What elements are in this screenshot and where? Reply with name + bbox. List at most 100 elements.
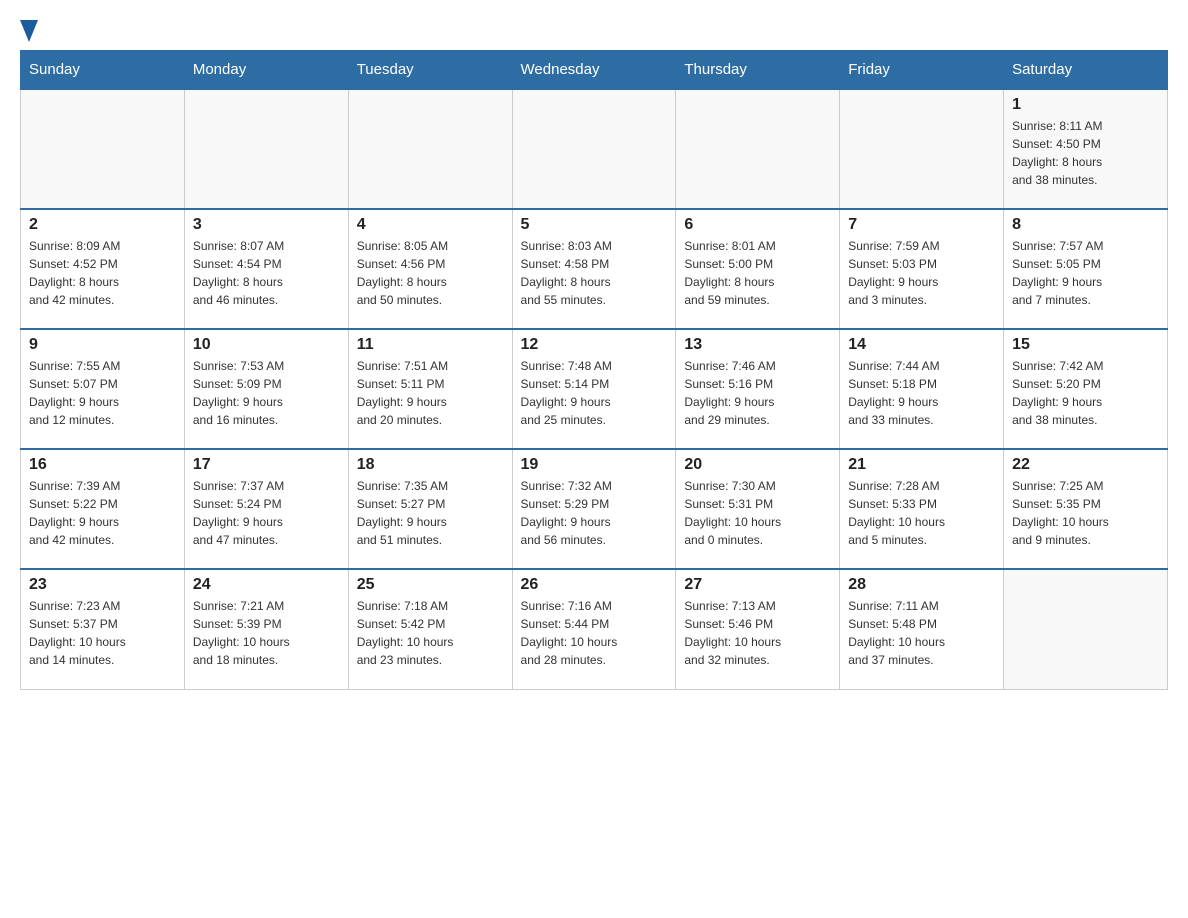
day-info: Sunrise: 8:07 AM Sunset: 4:54 PM Dayligh… [193,237,340,309]
day-number: 16 [29,456,176,474]
calendar-day-cell: 22Sunrise: 7:25 AM Sunset: 5:35 PM Dayli… [1004,449,1168,569]
day-info: Sunrise: 7:51 AM Sunset: 5:11 PM Dayligh… [357,357,504,429]
calendar-day-cell: 19 Sunrise: 7:32 AM Sunset: 5:29 PM Dayli… [512,449,676,569]
calendar-day-cell: 3 Sunrise: 8:07 AM Sunset: 4:54 PM Daylig… [184,209,348,329]
day-info: Sunrise: 7:59 AM Sunset: 5:03 PM Dayligh… [848,237,995,309]
page-header [20,20,1168,40]
day-number: 27 [684,576,831,594]
day-info: Sunrise: 8:03 AM Sunset: 4:58 PM Dayligh… [521,237,668,309]
calendar-week-row: 16 Sunrise: 7:39 AM Sunset: 5:22 PM Dayli… [21,449,1168,569]
day-info: Sunrise: 7:42 AM Sunset: 5:20 PM Dayligh… [1012,357,1159,429]
calendar-day-cell: 25 Sunrise: 7:18 AM Sunset: 5:42 PM Dayli… [348,569,512,689]
day-number: 4 [357,216,504,234]
day-info: Sunrise: 7:16 AM Sunset: 5:44 PM Dayligh… [521,597,668,669]
day-number: 26 [521,576,668,594]
day-info: Sunrise: 7:35 AM Sunset: 5:27 PM Dayligh… [357,477,504,549]
day-number: 1 [1012,96,1159,114]
weekday-header-row: SundayMondayTuesdayWednesdayThursdayFrid… [21,51,1168,90]
day-info: Sunrise: 7:48 AM Sunset: 5:14 PM Dayligh… [521,357,668,429]
day-number: 8 [1012,216,1159,234]
day-number: 17 [193,456,340,474]
weekday-header-thursday: Thursday [676,51,840,90]
day-info: Sunrise: 7:30 AM Sunset: 5:31 PM Dayligh… [684,477,831,549]
day-info: Sunrise: 7:28 AM Sunset: 5:33 PM Dayligh… [848,477,995,549]
day-number: 13 [684,336,831,354]
calendar-day-cell: 13 Sunrise: 7:46 AM Sunset: 5:16 PM Dayli… [676,329,840,449]
day-number: 24 [193,576,340,594]
calendar-day-cell: 4 Sunrise: 8:05 AM Sunset: 4:56 PM Daylig… [348,209,512,329]
day-number: 14 [848,336,995,354]
day-number: 11 [357,336,504,354]
calendar-day-cell: 23 Sunrise: 7:23 AM Sunset: 5:37 PM Dayli… [21,569,185,689]
day-number: 28 [848,576,995,594]
calendar-day-cell [1004,569,1168,689]
calendar-day-cell: 24 Sunrise: 7:21 AM Sunset: 5:39 PM Dayli… [184,569,348,689]
day-number: 7 [848,216,995,234]
calendar-day-cell: 18 Sunrise: 7:35 AM Sunset: 5:27 PM Dayli… [348,449,512,569]
calendar-day-cell: 7 Sunrise: 7:59 AM Sunset: 5:03 PM Daylig… [840,209,1004,329]
day-info: Sunrise: 7:21 AM Sunset: 5:39 PM Dayligh… [193,597,340,669]
day-info: Sunrise: 8:11 AM Sunset: 4:50 PM Dayligh… [1012,117,1159,189]
weekday-header-tuesday: Tuesday [348,51,512,90]
day-number: 20 [684,456,831,474]
weekday-header-sunday: Sunday [21,51,185,90]
day-number: 2 [29,216,176,234]
day-info: Sunrise: 7:57 AM Sunset: 5:05 PM Dayligh… [1012,237,1159,309]
day-number: 15 [1012,336,1159,354]
calendar-day-cell: 12 Sunrise: 7:48 AM Sunset: 5:14 PM Dayli… [512,329,676,449]
calendar-day-cell: 8 Sunrise: 7:57 AM Sunset: 5:05 PM Daylig… [1004,209,1168,329]
day-info: Sunrise: 7:55 AM Sunset: 5:07 PM Dayligh… [29,357,176,429]
day-number: 18 [357,456,504,474]
calendar-week-row: 2 Sunrise: 8:09 AM Sunset: 4:52 PM Daylig… [21,209,1168,329]
day-number: 19 [521,456,668,474]
day-info: Sunrise: 7:13 AM Sunset: 5:46 PM Dayligh… [684,597,831,669]
day-info: Sunrise: 7:18 AM Sunset: 5:42 PM Dayligh… [357,597,504,669]
calendar-day-cell [21,89,185,209]
day-info: Sunrise: 7:44 AM Sunset: 5:18 PM Dayligh… [848,357,995,429]
calendar-day-cell: 11 Sunrise: 7:51 AM Sunset: 5:11 PM Dayli… [348,329,512,449]
day-number: 3 [193,216,340,234]
day-info: Sunrise: 7:32 AM Sunset: 5:29 PM Dayligh… [521,477,668,549]
calendar-day-cell: 10Sunrise: 7:53 AM Sunset: 5:09 PM Dayli… [184,329,348,449]
day-number: 6 [684,216,831,234]
weekday-header-monday: Monday [184,51,348,90]
calendar-day-cell: 27 Sunrise: 7:13 AM Sunset: 5:46 PM Dayli… [676,569,840,689]
day-number: 10 [193,336,340,354]
day-info: Sunrise: 7:23 AM Sunset: 5:37 PM Dayligh… [29,597,176,669]
calendar-day-cell: 15 Sunrise: 7:42 AM Sunset: 5:20 PM Dayli… [1004,329,1168,449]
day-info: Sunrise: 7:25 AM Sunset: 5:35 PM Dayligh… [1012,477,1159,549]
logo [20,20,38,40]
calendar-day-cell: 2 Sunrise: 8:09 AM Sunset: 4:52 PM Daylig… [21,209,185,329]
day-number: 9 [29,336,176,354]
calendar-day-cell [512,89,676,209]
day-number: 12 [521,336,668,354]
calendar-day-cell: 9 Sunrise: 7:55 AM Sunset: 5:07 PM Daylig… [21,329,185,449]
day-number: 21 [848,456,995,474]
calendar-day-cell: 17 Sunrise: 7:37 AM Sunset: 5:24 PM Dayli… [184,449,348,569]
day-info: Sunrise: 8:09 AM Sunset: 4:52 PM Dayligh… [29,237,176,309]
calendar-day-cell: 5 Sunrise: 8:03 AM Sunset: 4:58 PM Daylig… [512,209,676,329]
calendar-day-cell [840,89,1004,209]
day-info: Sunrise: 7:46 AM Sunset: 5:16 PM Dayligh… [684,357,831,429]
day-number: 23 [29,576,176,594]
day-info: Sunrise: 8:05 AM Sunset: 4:56 PM Dayligh… [357,237,504,309]
weekday-header-saturday: Saturday [1004,51,1168,90]
calendar-table: SundayMondayTuesdayWednesdayThursdayFrid… [20,50,1168,690]
weekday-header-friday: Friday [840,51,1004,90]
calendar-week-row: 1 Sunrise: 8:11 AM Sunset: 4:50 PM Daylig… [21,89,1168,209]
weekday-header-wednesday: Wednesday [512,51,676,90]
day-info: Sunrise: 7:11 AM Sunset: 5:48 PM Dayligh… [848,597,995,669]
day-info: Sunrise: 7:37 AM Sunset: 5:24 PM Dayligh… [193,477,340,549]
calendar-day-cell: 6Sunrise: 8:01 AM Sunset: 5:00 PM Daylig… [676,209,840,329]
calendar-day-cell: 20 Sunrise: 7:30 AM Sunset: 5:31 PM Dayli… [676,449,840,569]
calendar-day-cell: 21 Sunrise: 7:28 AM Sunset: 5:33 PM Dayli… [840,449,1004,569]
day-info: Sunrise: 7:39 AM Sunset: 5:22 PM Dayligh… [29,477,176,549]
day-number: 25 [357,576,504,594]
calendar-day-cell: 28 Sunrise: 7:11 AM Sunset: 5:48 PM Dayli… [840,569,1004,689]
calendar-day-cell [184,89,348,209]
calendar-day-cell: 1 Sunrise: 8:11 AM Sunset: 4:50 PM Daylig… [1004,89,1168,209]
calendar-day-cell: 16 Sunrise: 7:39 AM Sunset: 5:22 PM Dayli… [21,449,185,569]
day-number: 5 [521,216,668,234]
calendar-day-cell: 26 Sunrise: 7:16 AM Sunset: 5:44 PM Dayli… [512,569,676,689]
calendar-week-row: 23 Sunrise: 7:23 AM Sunset: 5:37 PM Dayli… [21,569,1168,689]
